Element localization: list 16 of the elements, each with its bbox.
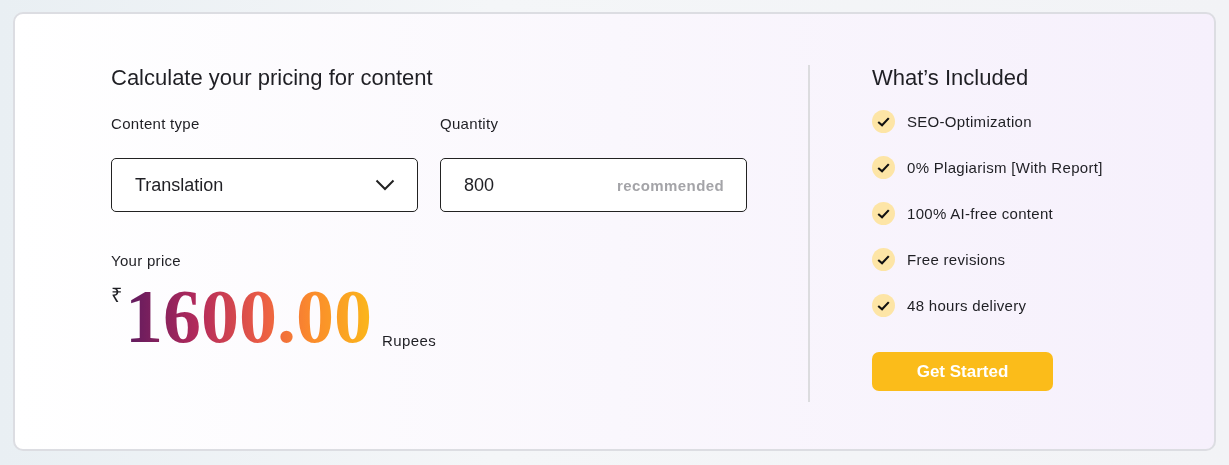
price-label: Your price [111, 251, 182, 271]
quantity-field[interactable]: 800 recommended [440, 158, 747, 212]
currency-symbol: ₹ [111, 283, 122, 308]
feature-text: Free revisions [907, 250, 1006, 268]
chevron-down-icon [375, 179, 395, 191]
field-label: Content type [111, 114, 201, 134]
feature-text: SEO-Optimization [907, 112, 1032, 130]
price-unit: Rupees [382, 332, 437, 349]
hint-text: recommended [617, 176, 724, 194]
field-label: Quantity [440, 114, 500, 134]
feature-text: 48 hours delivery [907, 296, 1027, 314]
content-type-dropdown[interactable]: Translation [111, 158, 418, 212]
calculator-title: Calculate your pricing for content [111, 64, 434, 92]
feature-text: 100% AI-free content [907, 204, 1054, 222]
feature-text: 0% Plagiarism [With Report] [907, 158, 1103, 176]
included-title: What’s Included [872, 64, 1030, 92]
